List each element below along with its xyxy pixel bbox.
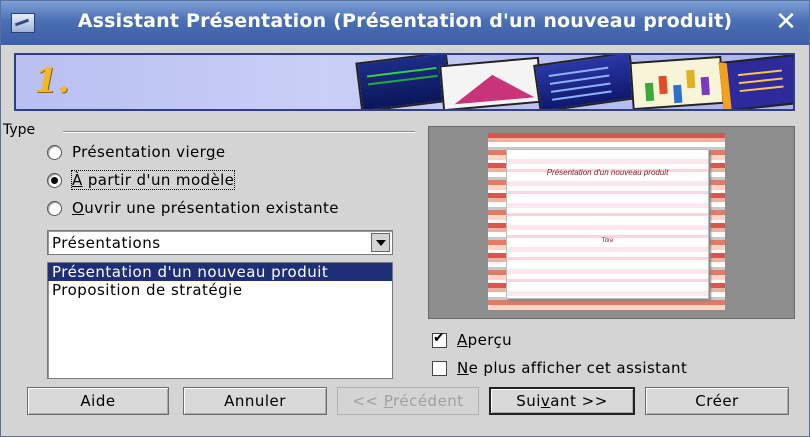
template-thumbnail-icon	[439, 56, 543, 109]
button-bar: Aide Annuler << Précédent Suivant >> Cré…	[1, 387, 809, 417]
radio-empty-presentation[interactable]: Présentation vierge	[47, 141, 226, 163]
next-button[interactable]: Suivant >>	[489, 387, 635, 415]
radio-from-template[interactable]: À partir d'un modèle	[47, 169, 236, 191]
preview-pane: Présentation d'un nouveau produit Titre	[428, 126, 795, 319]
create-button[interactable]: Créer	[645, 387, 789, 415]
radio-open-existing[interactable]: Ouvrir une présentation existante	[47, 197, 339, 219]
radio-indicator[interactable]	[47, 144, 62, 160]
step-number: 1.	[34, 61, 70, 101]
wizard-dialog: Assistant Présentation (Présentation d'u…	[0, 0, 810, 437]
slide-subtitle: Titre	[601, 238, 614, 244]
category-select[interactable]: Présentations	[47, 230, 393, 255]
radio-label: À partir d'un modèle	[70, 170, 236, 190]
category-select-value: Présentations	[52, 234, 161, 252]
slide-title: Présentation d'un nouveau produit	[546, 168, 669, 177]
radio-label: Présentation vierge	[72, 143, 226, 161]
radio-label: Ouvrir une présentation existante	[72, 199, 339, 217]
checkbox-label: Aperçu	[457, 331, 513, 349]
chevron-down-icon[interactable]	[371, 233, 390, 252]
template-list[interactable]: Présentation d'un nouveau produit Propos…	[47, 262, 393, 379]
checkbox-apercu[interactable]: Aperçu	[432, 330, 512, 350]
slide-content-area: Présentation d'un nouveau produit Titre	[506, 149, 709, 299]
radio-indicator[interactable]	[47, 172, 62, 188]
close-button[interactable]: ✕	[771, 7, 801, 37]
template-thumbnail-icon	[355, 55, 453, 109]
checkbox-indicator[interactable]	[432, 360, 447, 376]
checkbox-label: Ne plus afficher cet assistant	[457, 359, 688, 377]
list-item[interactable]: Proposition de stratégie	[48, 281, 392, 299]
template-thumbnail-icon	[533, 55, 637, 109]
list-item[interactable]: Présentation d'un nouveau produit	[48, 263, 392, 281]
checkbox-indicator[interactable]	[432, 330, 447, 348]
radio-indicator[interactable]	[47, 200, 62, 216]
type-group-divider	[63, 131, 415, 133]
template-thumbnail-icon	[629, 55, 725, 109]
type-group-label: Type	[3, 122, 40, 138]
previous-button[interactable]: << Précédent	[337, 387, 479, 415]
wizard-banner: 1.	[14, 53, 795, 111]
template-thumbnail-icon	[718, 55, 793, 109]
slide-preview: Présentation d'un nouveau produit Titre	[488, 133, 725, 310]
help-button[interactable]: Aide	[27, 387, 169, 415]
cancel-button[interactable]: Annuler	[183, 387, 327, 415]
window-title: Assistant Présentation (Présentation d'u…	[77, 10, 733, 32]
checkbox-no-show[interactable]: Ne plus afficher cet assistant	[432, 358, 687, 378]
title-bar[interactable]: Assistant Présentation (Présentation d'u…	[1, 1, 809, 45]
